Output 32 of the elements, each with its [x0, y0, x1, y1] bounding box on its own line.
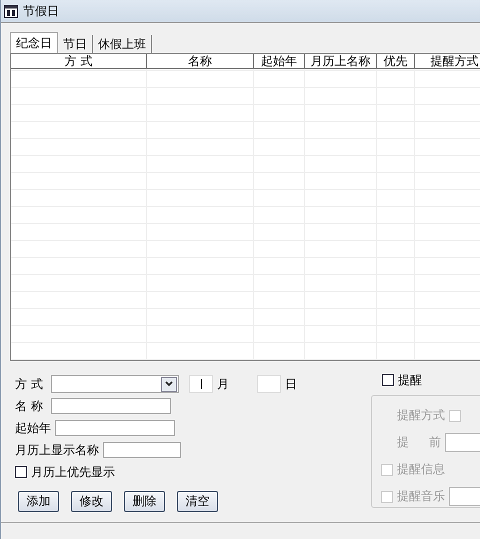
- field-label: 名 称: [15, 398, 44, 414]
- column-header[interactable]: 月历上名称: [305, 54, 377, 69]
- input-field[interactable]: [103, 442, 181, 458]
- column-header[interactable]: 优先: [377, 54, 415, 69]
- type-dropdown[interactable]: [51, 375, 179, 393]
- action-button[interactable]: 删除: [124, 491, 165, 512]
- option-label: 提醒方式: [397, 407, 445, 424]
- day-field[interactable]: [257, 375, 281, 393]
- column-header[interactable]: 提醒方式: [415, 54, 480, 69]
- column-header[interactable]: 方 式: [11, 54, 147, 69]
- column-header[interactable]: 起始年: [254, 54, 305, 69]
- checkbox-label: 月历上优先显示: [31, 464, 115, 480]
- input-field[interactable]: [51, 398, 171, 414]
- field-label: 起始年: [15, 420, 51, 436]
- month-field[interactable]: [189, 375, 213, 393]
- month-label: 月: [217, 376, 229, 392]
- action-button[interactable]: 添加: [18, 491, 59, 512]
- calendar-icon: [4, 4, 18, 18]
- action-button[interactable]: 修改: [71, 491, 112, 512]
- checkbox-label: 提醒信息: [397, 461, 445, 478]
- day-label: 日: [285, 376, 297, 392]
- checkbox-label: 提醒: [398, 372, 422, 388]
- tab[interactable]: 纪念日: [10, 32, 58, 53]
- column-header[interactable]: 名称: [147, 54, 254, 69]
- input-field[interactable]: [55, 420, 175, 436]
- checkbox[interactable]: [15, 466, 27, 478]
- field-label: 方 式: [15, 376, 44, 392]
- option-label: 提 前: [397, 434, 441, 451]
- checkbox-label: 提醒音乐: [397, 488, 445, 505]
- window-title: 节假日: [23, 2, 59, 20]
- action-button[interactable]: 清空: [177, 491, 218, 512]
- field-label: 月历上显示名称: [15, 442, 99, 458]
